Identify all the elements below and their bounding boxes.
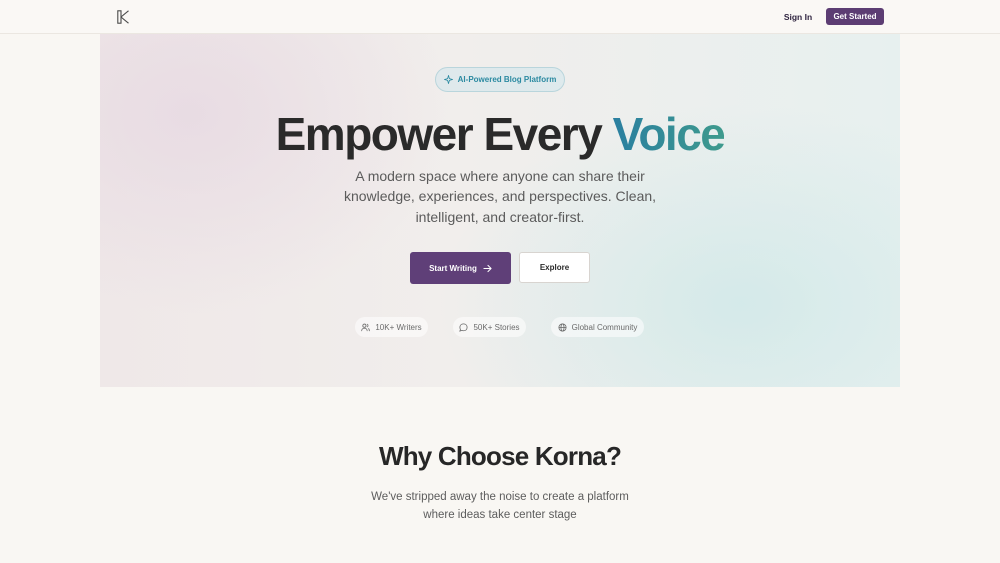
why-title: Why Choose Korna? bbox=[378, 441, 622, 471]
badge-label: AI-Powered Blog Platform bbox=[457, 75, 557, 84]
ai-badge: AI-Powered Blog Platform bbox=[435, 67, 565, 92]
stat-stories: 50K+ Stories bbox=[453, 317, 526, 337]
stat-community: Global Community bbox=[551, 317, 644, 337]
message-circle-icon bbox=[459, 322, 468, 332]
why-description: We've stripped away the noise to create … bbox=[371, 491, 629, 521]
start-writing-button[interactable]: Start Writing bbox=[410, 252, 511, 284]
stat-stories-label: 50K+ Stories bbox=[473, 322, 520, 332]
stat-writers-label: 10K+ Writers bbox=[375, 322, 422, 332]
hero-subtitle: A modern space where anyone can share th… bbox=[343, 168, 657, 225]
top-nav: Sign In Get Started bbox=[0, 0, 1000, 34]
globe-icon bbox=[558, 322, 567, 332]
get-started-button[interactable]: Get Started bbox=[826, 8, 884, 25]
sparkle-icon bbox=[443, 75, 453, 84]
hero-section: AI-Powered Blog Platform Empower Every V… bbox=[100, 34, 900, 387]
headline-main: Empower Every bbox=[275, 108, 613, 160]
stat-writers: 10K+ Writers bbox=[355, 317, 428, 337]
headline-accent: Voice bbox=[612, 108, 726, 160]
arrow-right-icon bbox=[483, 264, 492, 273]
hero-headline: Empower Every Voice bbox=[100, 108, 900, 160]
users-icon bbox=[361, 323, 371, 332]
explore-button[interactable]: Explore bbox=[519, 252, 590, 283]
start-writing-label: Start Writing bbox=[429, 263, 477, 273]
stat-community-label: Global Community bbox=[571, 322, 638, 332]
why-section: Why Choose Korna? We've stripped away th… bbox=[100, 387, 900, 563]
sign-in-button[interactable]: Sign In bbox=[781, 9, 815, 25]
korna-logo-icon[interactable] bbox=[117, 10, 131, 24]
